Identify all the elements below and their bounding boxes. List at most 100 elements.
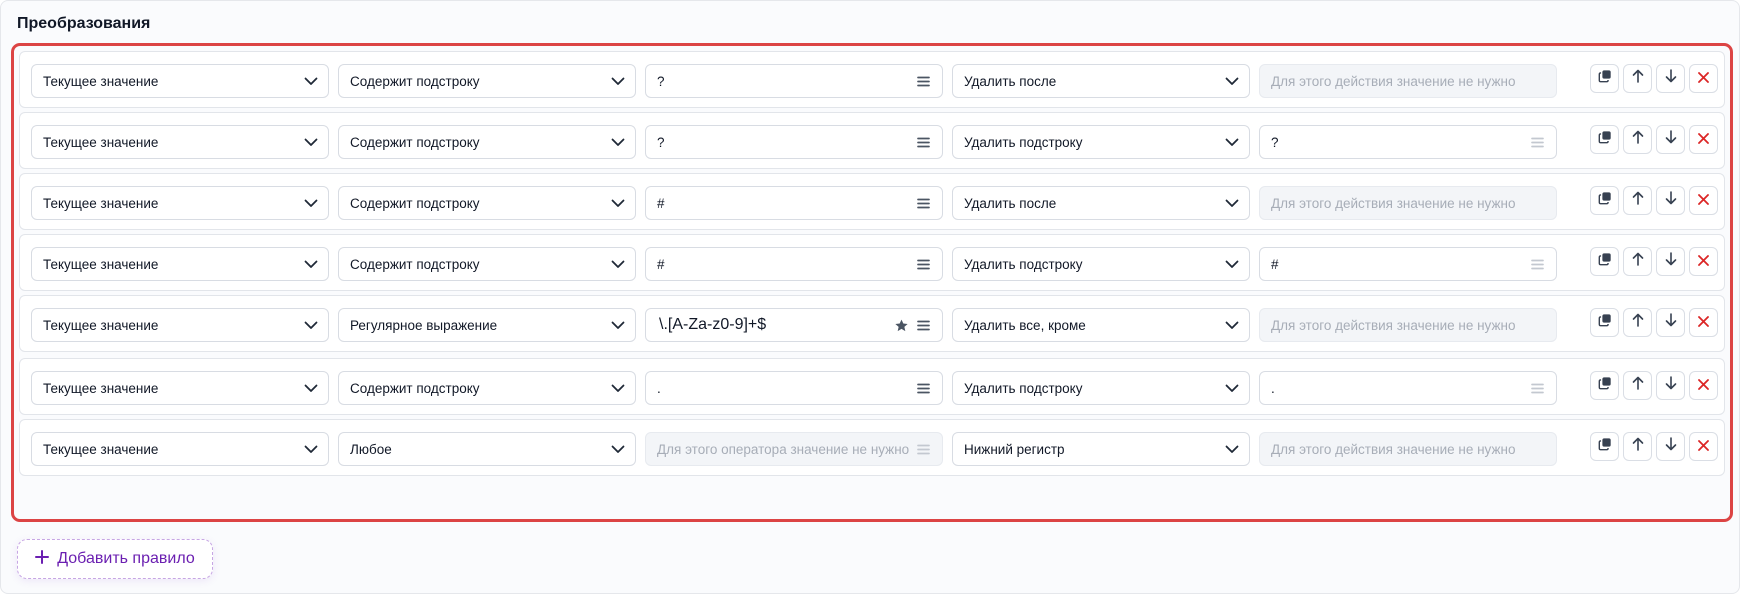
move-up-button[interactable] [1623,186,1652,215]
source-select[interactable]: Текущее значение [31,432,329,466]
action-select[interactable]: Удалить подстроку [952,371,1250,405]
condition-value: ? [657,73,665,89]
move-down-button[interactable] [1656,371,1685,400]
menu-icon[interactable] [912,247,934,281]
chevron-down-icon [1215,308,1249,342]
action-select[interactable]: Удалить подстроку [952,125,1250,159]
condition-value-input[interactable]: # [645,186,943,220]
operator-select[interactable]: Содержит подстроку [338,125,636,159]
duplicate-rule-button[interactable] [1590,247,1619,276]
arrow-down-icon [1665,252,1677,271]
condition-value-input[interactable]: . [645,371,943,405]
source-select[interactable]: Текущее значение [31,125,329,159]
operator-select[interactable]: Содержит подстроку [338,371,636,405]
copy-icon [1598,376,1612,395]
menu-icon[interactable] [912,125,934,159]
close-icon [1698,438,1709,456]
action-select-value: Удалить подстроку [964,380,1083,396]
source-select[interactable]: Текущее значение [31,64,329,98]
action-select[interactable]: Удалить после [952,64,1250,98]
action-value: Для этого действия значение не нужно [1271,195,1516,211]
delete-rule-button[interactable] [1689,308,1718,337]
chevron-down-icon [294,371,328,405]
action-select[interactable]: Удалить все, кроме [952,308,1250,342]
chevron-down-icon [1215,247,1249,281]
operator-select-value: Регулярное выражение [350,317,498,333]
star-icon[interactable] [890,308,912,342]
condition-value-input[interactable]: ? [645,125,943,159]
action-value-input[interactable]: ? [1259,125,1557,159]
arrow-up-icon [1632,313,1644,332]
delete-rule-button[interactable] [1689,432,1718,461]
arrow-down-icon [1665,69,1677,88]
rule-row: Текущее значение Содержит подстроку # Удали… [19,173,1725,230]
duplicate-rule-button[interactable] [1590,64,1619,93]
move-down-button[interactable] [1656,186,1685,215]
menu-icon[interactable] [912,64,934,98]
menu-icon[interactable] [912,371,934,405]
condition-value: # [657,195,665,211]
chevron-down-icon [601,64,635,98]
operator-select[interactable]: Любое [338,432,636,466]
action-value-input: Для этого действия значение не нужно [1259,308,1557,342]
condition-value-input[interactable]: # [645,247,943,281]
rules-list: Текущее значение Содержит подстроку? Удали… [11,43,1733,522]
move-up-button[interactable] [1623,308,1652,337]
move-down-button[interactable] [1656,432,1685,461]
duplicate-rule-button[interactable] [1590,308,1619,337]
condition-value: # [657,256,665,272]
menu-icon[interactable] [912,308,934,342]
action-select-value: Нижний регистр [964,441,1065,457]
action-select[interactable]: Удалить подстроку [952,247,1250,281]
move-up-button[interactable] [1623,247,1652,276]
move-up-button[interactable] [1623,64,1652,93]
operator-select[interactable]: Содержит подстроку [338,186,636,220]
source-select-value: Текущее значение [43,195,159,211]
delete-rule-button[interactable] [1689,125,1718,154]
add-rule-button[interactable]: Добавить правило [17,539,213,579]
close-icon [1698,377,1709,395]
chevron-down-icon [1215,186,1249,220]
menu-icon[interactable] [912,186,934,220]
operator-select[interactable]: Регулярное выражение [338,308,636,342]
duplicate-rule-button[interactable] [1590,186,1619,215]
rule-row: Текущее значение Содержит подстроку? Удали… [19,112,1725,169]
duplicate-rule-button[interactable] [1590,371,1619,400]
move-down-button[interactable] [1656,308,1685,337]
action-value-input[interactable]: . [1259,371,1557,405]
move-up-button[interactable] [1623,432,1652,461]
close-icon [1698,253,1709,271]
chevron-down-icon [294,308,328,342]
copy-icon [1598,252,1612,271]
move-down-button[interactable] [1656,64,1685,93]
action-select[interactable]: Нижний регистр [952,432,1250,466]
source-select-value: Текущее значение [43,134,159,150]
chevron-down-icon [294,247,328,281]
delete-rule-button[interactable] [1689,247,1718,276]
condition-value-input[interactable]: ? [645,64,943,98]
source-select[interactable]: Текущее значение [31,186,329,220]
delete-rule-button[interactable] [1689,186,1718,215]
move-down-button[interactable] [1656,125,1685,154]
duplicate-rule-button[interactable] [1590,432,1619,461]
condition-value-input[interactable]: \.[A-Za-z0-9]+$ [645,308,943,342]
move-up-button[interactable] [1623,125,1652,154]
source-select[interactable]: Текущее значение [31,308,329,342]
delete-rule-button[interactable] [1689,64,1718,93]
duplicate-rule-button[interactable] [1590,125,1619,154]
delete-rule-button[interactable] [1689,371,1718,400]
move-up-button[interactable] [1623,371,1652,400]
chevron-down-icon [294,186,328,220]
action-value-input[interactable]: # [1259,247,1557,281]
plus-icon [35,549,50,569]
operator-select[interactable]: Содержит подстроку [338,64,636,98]
action-select[interactable]: Удалить после [952,186,1250,220]
source-select[interactable]: Текущее значение [31,247,329,281]
source-select[interactable]: Текущее значение [31,371,329,405]
operator-select[interactable]: Содержит подстроку [338,247,636,281]
arrow-up-icon [1632,130,1644,149]
move-down-button[interactable] [1656,247,1685,276]
rule-row: Текущее значение Содержит подстроку? Удали… [19,51,1725,108]
chevron-down-icon [601,247,635,281]
source-select-value: Текущее значение [43,441,159,457]
